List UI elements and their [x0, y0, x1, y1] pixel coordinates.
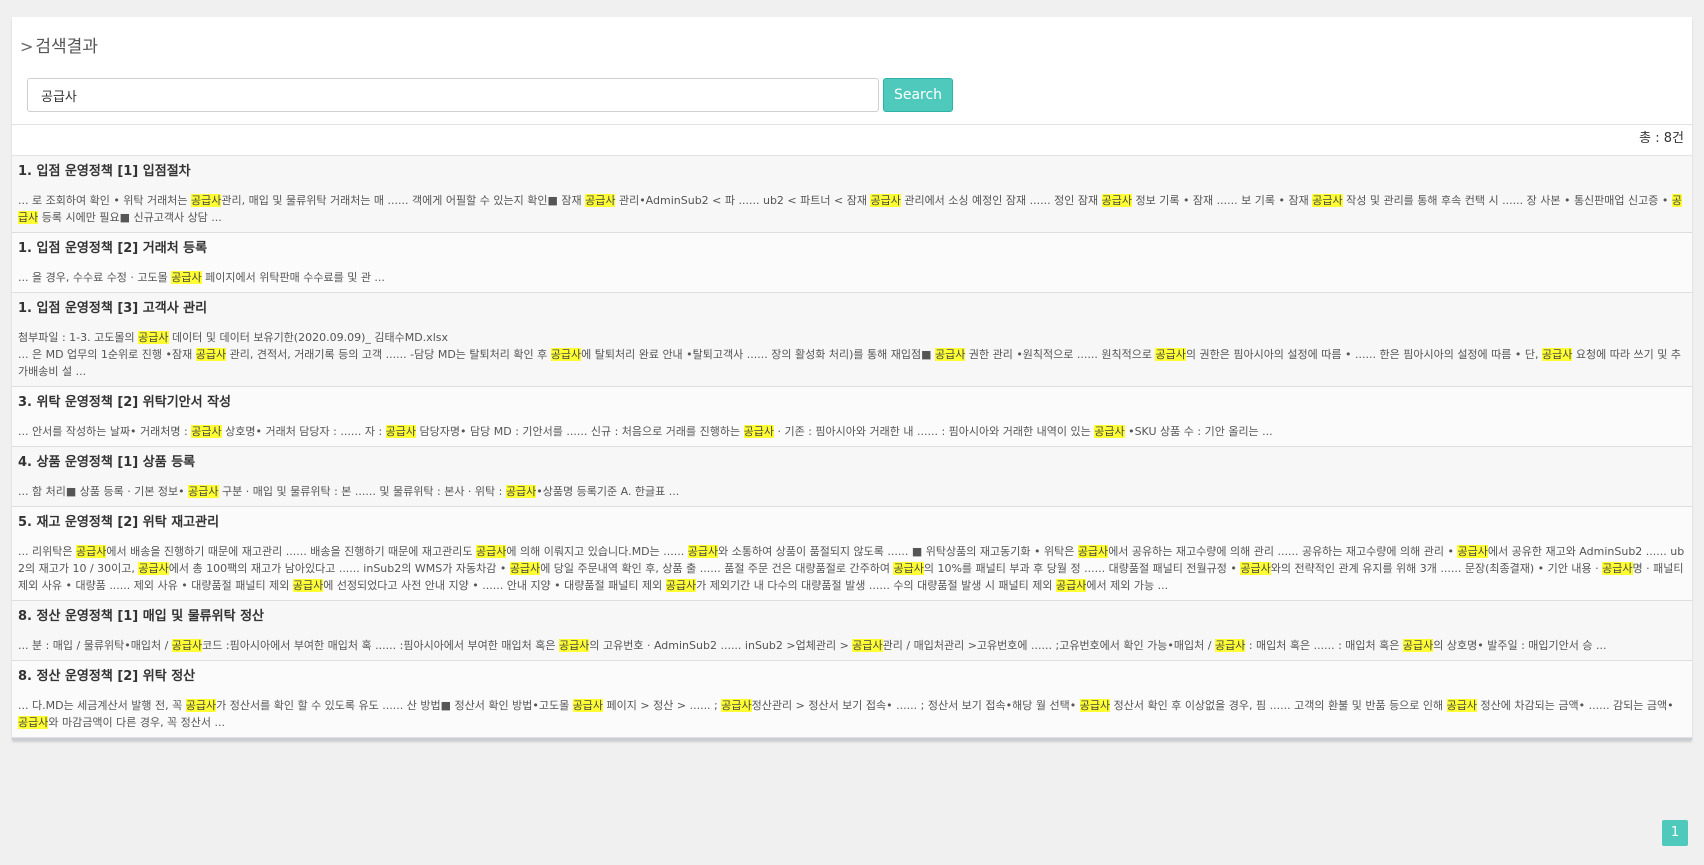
highlighted-term: 공급사 — [191, 194, 222, 207]
highlighted-term: 공급사 — [75, 545, 107, 558]
highlighted-term: 공급사 — [852, 639, 883, 652]
search-input[interactable] — [27, 78, 879, 112]
highlighted-term: 공급사 — [1402, 639, 1434, 652]
result-title[interactable]: 3. 위탁 운영정책 [2] 위탁기안서 작성 — [18, 393, 1686, 413]
pagination-page-button[interactable]: 1 — [1662, 820, 1688, 846]
page-title: > 검색결과 — [12, 17, 1692, 73]
highlighted-term: 공급사 — [550, 348, 582, 361]
result-title[interactable]: 1. 입점 운영정책 [1] 입점절차 — [18, 162, 1686, 182]
results-list: 1. 입점 운영정책 [1] 입점절차 ... 로 조회하여 확인 • 위탁 거래… — [12, 156, 1692, 738]
result-item[interactable]: 1. 입점 운영정책 [2] 거래처 등록 ... 을 경우, 수수료 수정 · … — [12, 233, 1692, 293]
highlighted-term: 공급사 — [171, 271, 202, 284]
result-snippet: ... 함 처리■ 상품 등록 · 기본 정보• 공급사 구분 · 매입 및 물… — [18, 485, 680, 498]
highlighted-term: 공급사 — [893, 562, 924, 575]
highlighted-term: 공급사 — [572, 699, 604, 712]
result-item[interactable]: 1. 입점 운영정책 [1] 입점절차 ... 로 조회하여 확인 • 위탁 거래… — [12, 156, 1692, 233]
highlighted-term: 공급사 — [1457, 545, 1488, 558]
result-item[interactable]: 5. 재고 운영정책 [2] 위탁 재고관리 ... 리위탁은 공급사에서 배송을… — [12, 507, 1692, 601]
result-title[interactable]: 1. 입점 운영정책 [2] 거래처 등록 — [18, 239, 1686, 259]
highlighted-term: 공급사 — [171, 639, 203, 652]
highlighted-term: 공급사 — [191, 425, 222, 438]
result-title[interactable]: 8. 정산 운영정책 [2] 위탁 정산 — [18, 667, 1686, 687]
highlighted-term: 공급사 — [870, 194, 901, 207]
highlighted-term: 공급사 — [687, 545, 719, 558]
highlighted-term: 공급사 — [188, 485, 219, 498]
result-snippet: ... 은 MD 업무의 1순위로 진행 •잠재 공급사 관리, 견적서, 거래… — [18, 348, 1681, 378]
search-button[interactable]: Search — [883, 78, 953, 112]
result-snippet: ... 다.MD는 세금계산서 발행 전, 꼭 공급사가 정산서를 확인 할 수… — [18, 699, 1674, 729]
result-count: 총 : 8건 — [12, 124, 1692, 156]
highlighted-term: 공급사 — [185, 699, 217, 712]
highlighted-term: 공급사 — [585, 194, 616, 207]
highlighted-term: 공급사 — [385, 425, 417, 438]
highlighted-term: 공급사 — [1240, 562, 1271, 575]
highlighted-term: 공급사 — [1101, 194, 1132, 207]
result-snippet: 첨부파일 : 1-3. 고도몰의 공급사 데이터 및 데이터 보유기한(2020… — [18, 331, 448, 344]
result-item[interactable]: 4. 상품 운영정책 [1] 상품 등록 ... 함 처리■ 상품 등록 · 기본… — [12, 447, 1692, 507]
highlighted-term: 공급사 — [559, 639, 590, 652]
highlighted-term: 공급사 — [18, 194, 1683, 224]
result-item[interactable]: 8. 정산 운영정책 [2] 위탁 정산 ... 다.MD는 세금계산서 발행 전… — [12, 661, 1692, 738]
result-snippet: ... 로 조회하여 확인 • 위탁 거래처는 공급사관리, 매입 및 물류위탁… — [18, 194, 1683, 224]
highlighted-term: 공급사 — [1602, 562, 1633, 575]
highlighted-term: 공급사 — [1056, 579, 1087, 592]
result-snippet: ... 분 : 매입 / 물류위탁•매입처 / 공급사코드 :핌아시아에서 부여… — [18, 639, 1607, 652]
highlighted-term: 공급사 — [743, 425, 774, 438]
highlighted-term: 공급사 — [1155, 348, 1186, 361]
highlighted-term: 공급사 — [195, 348, 227, 361]
result-snippet: ... 리위탁은 공급사에서 배송을 진행하기 때문에 재고관리 ...... … — [18, 545, 1685, 592]
highlighted-term: 공급사 — [138, 562, 169, 575]
highlighted-term: 공급사 — [18, 716, 49, 729]
highlighted-term: 공급사 — [1542, 348, 1573, 361]
highlighted-term: 공급사 — [721, 699, 752, 712]
highlighted-term: 공급사 — [138, 331, 169, 344]
highlighted-term: 공급사 — [665, 579, 697, 592]
result-snippet: ... 안서를 작성하는 날짜• 거래처명 : 공급사 상호명• 거래처 담당자… — [18, 425, 1273, 438]
result-title[interactable]: 4. 상품 운영정책 [1] 상품 등록 — [18, 453, 1686, 473]
result-title[interactable]: 1. 입점 운영정책 [3] 고객사 관리 — [18, 299, 1686, 319]
result-item[interactable]: 3. 위탁 운영정책 [2] 위탁기안서 작성 ... 안서를 작성하는 날짜• … — [12, 387, 1692, 447]
highlighted-term: 공급사 — [1079, 699, 1111, 712]
result-title[interactable]: 5. 재고 운영정책 [2] 위탁 재고관리 — [18, 513, 1686, 533]
highlighted-term: 공급사 — [1077, 545, 1109, 558]
highlighted-term: 공급사 — [509, 562, 541, 575]
search-results-panel: >검색결과 Search 총 : 8건 1. 입점 운영정책 [1] 입점절차.… — [12, 17, 1692, 740]
highlighted-term: 공급사 — [1214, 639, 1246, 652]
highlighted-term: 공급사 — [1312, 194, 1343, 207]
highlighted-term: 공급사 — [934, 348, 966, 361]
page-title-text: 검색결과 — [35, 37, 98, 57]
result-item[interactable]: 8. 정산 운영정책 [1] 매입 및 물류위탁 정산 ... 분 : 매입 / … — [12, 601, 1692, 661]
result-snippet: ... 을 경우, 수수료 수정 · 고도몰 공급사 페이지에서 위탁판매 수수… — [18, 271, 385, 284]
chevron-right-icon: > — [20, 37, 34, 56]
result-item[interactable]: 1. 입점 운영정책 [3] 고객사 관리첨부파일 : 1-3. 고도몰의 공급… — [12, 293, 1692, 387]
result-title[interactable]: 8. 정산 운영정책 [1] 매입 및 물류위탁 정산 — [18, 607, 1686, 627]
highlighted-term: 공급사 — [476, 545, 507, 558]
highlighted-term: 공급사 — [1094, 425, 1125, 438]
search-bar: Search — [12, 76, 1692, 114]
highlighted-term: 공급사 — [505, 485, 537, 498]
highlighted-term: 공급사 — [1446, 699, 1478, 712]
highlighted-term: 공급사 — [292, 579, 324, 592]
